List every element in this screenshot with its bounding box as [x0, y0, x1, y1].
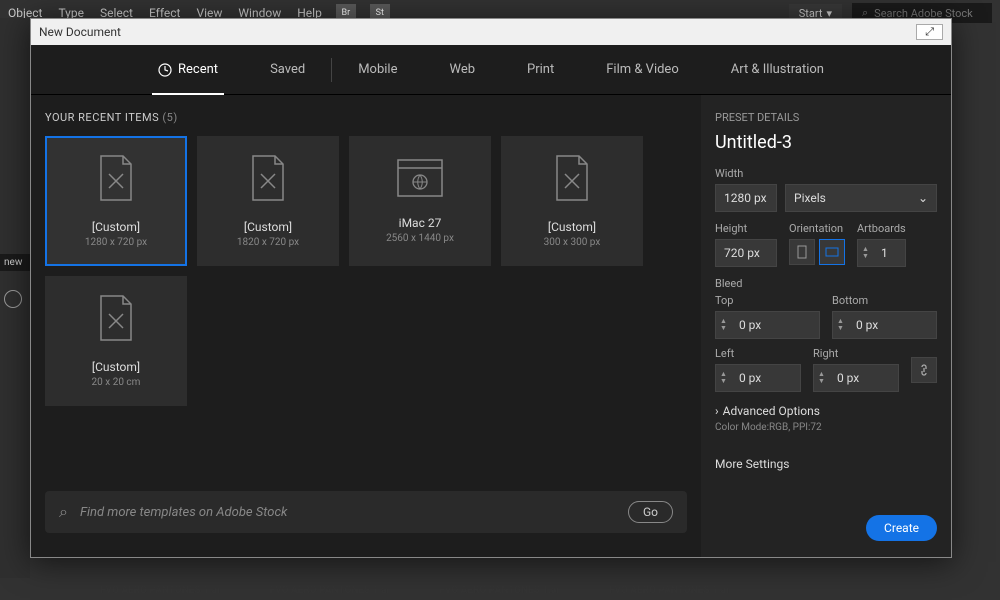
- preset-label: [Custom]: [92, 220, 140, 234]
- tab-recent[interactable]: Recent: [132, 45, 244, 95]
- more-settings[interactable]: More Settings: [715, 457, 937, 471]
- bleed-right-label: Right: [813, 347, 899, 360]
- width-label: Width: [715, 167, 937, 180]
- new-document-dialog: New Document ⤢ Recent Saved Mobile Web P…: [30, 18, 952, 558]
- width-input[interactable]: 1280 px: [715, 184, 777, 212]
- bleed-link-toggle[interactable]: [911, 357, 937, 383]
- document-custom-icon: [95, 294, 137, 342]
- preset-dims: 1820 x 720 px: [237, 237, 299, 248]
- template-search-placeholder[interactable]: Find more templates on Adobe Stock: [80, 505, 616, 520]
- recent-items-grid: [Custom] 1280 x 720 px [Custom] 1820 x 7…: [45, 136, 687, 406]
- preset-details-header: PRESET DETAILS: [715, 111, 937, 124]
- left-tab-new[interactable]: new: [0, 254, 30, 271]
- bleed-right-input[interactable]: ▲▼0 px: [813, 364, 899, 392]
- document-custom-icon: [95, 154, 137, 202]
- orientation-landscape[interactable]: [819, 239, 845, 265]
- bleed-bottom-label: Bottom: [832, 294, 937, 307]
- artboards-label: Artboards: [857, 222, 906, 235]
- tab-film-video[interactable]: Film & Video: [580, 45, 705, 95]
- document-web-icon: [396, 158, 444, 198]
- preset-dims: 2560 x 1440 px: [386, 233, 454, 244]
- dialog-titlebar: New Document ⤢: [31, 19, 951, 45]
- clock-icon: [158, 63, 172, 77]
- search-icon: ⌕: [59, 502, 68, 522]
- preset-tabs: Recent Saved Mobile Web Print Film & Vid…: [31, 45, 951, 95]
- go-button[interactable]: Go: [628, 501, 673, 523]
- tab-mobile[interactable]: Mobile: [332, 45, 423, 95]
- tool-circle-icon[interactable]: [4, 290, 22, 308]
- tab-print[interactable]: Print: [501, 45, 580, 95]
- bleed-left-input[interactable]: ▲▼0 px: [715, 364, 801, 392]
- bleed-top-input[interactable]: ▲▼0 px: [715, 311, 820, 339]
- bleed-top-label: Top: [715, 294, 820, 307]
- height-label: Height: [715, 222, 777, 235]
- preset-label: iMac 27: [399, 216, 442, 230]
- tab-art-illustration[interactable]: Art & Illustration: [705, 45, 850, 95]
- artboards-stepper[interactable]: ▲▼ 1: [857, 239, 906, 267]
- create-button[interactable]: Create: [866, 515, 937, 541]
- recent-file[interactable]: FVO AERO PANTONES 1.ai: [439, 585, 559, 596]
- dialog-close-button[interactable]: ⤢: [916, 24, 943, 40]
- portrait-icon: [796, 245, 808, 259]
- unit-select[interactable]: Pixels ⌄: [785, 184, 937, 212]
- tab-saved[interactable]: Saved: [244, 45, 331, 95]
- orientation-portrait[interactable]: [789, 239, 815, 265]
- document-custom-icon: [247, 154, 289, 202]
- recent-file[interactable]: FVO AERO PANTONES 1.ai: [609, 585, 729, 596]
- preset-card[interactable]: [Custom] 1280 x 720 px: [45, 136, 187, 266]
- link-icon: [918, 364, 930, 376]
- dialog-title: New Document: [39, 25, 121, 39]
- preset-card[interactable]: [Custom] 300 x 300 px: [501, 136, 643, 266]
- preset-card[interactable]: [Custom] 20 x 20 cm: [45, 276, 187, 406]
- advanced-options-toggle[interactable]: › Advanced Options: [715, 404, 937, 418]
- landscape-icon: [825, 246, 839, 258]
- preset-dims: 1280 x 720 px: [85, 237, 147, 248]
- document-custom-icon: [551, 154, 593, 202]
- template-search-row: ⌕ Find more templates on Adobe Stock Go: [45, 491, 687, 533]
- document-name[interactable]: Untitled-3: [715, 132, 937, 153]
- preset-label: [Custom]: [548, 220, 596, 234]
- chevron-down-icon: ⌄: [918, 191, 928, 205]
- recent-file[interactable]: FVO AERO PANTONES 1.ai: [100, 585, 220, 596]
- preset-label: [Custom]: [244, 220, 292, 234]
- orientation-label: Orientation: [789, 222, 845, 235]
- bleed-label: Bleed: [715, 277, 937, 290]
- preset-details-panel: PRESET DETAILS Untitled-3 Width 1280 px …: [701, 95, 951, 557]
- tab-web[interactable]: Web: [423, 45, 501, 95]
- preset-dims: 300 x 300 px: [544, 237, 601, 248]
- height-input[interactable]: 720 px: [715, 239, 777, 267]
- chevron-right-icon: ›: [715, 404, 719, 418]
- bleed-bottom-input[interactable]: ▲▼0 px: [832, 311, 937, 339]
- color-mode-summary: Color Mode:RGB, PPI:72: [715, 422, 937, 433]
- left-toolbar: new: [0, 18, 30, 578]
- bleed-left-label: Left: [715, 347, 801, 360]
- section-recent-items: YOUR RECENT ITEMS (5): [45, 111, 687, 124]
- preset-dims: 20 x 20 cm: [92, 377, 141, 388]
- preset-card[interactable]: [Custom] 1820 x 720 px: [197, 136, 339, 266]
- background-recent-files: FVO AERO PANTONES 1.ai FVO AERO PANTONES…: [100, 585, 980, 596]
- recent-file[interactable]: FVO AERO PANTONES 1.ai: [270, 585, 390, 596]
- preset-label: [Custom]: [92, 360, 140, 374]
- preset-card[interactable]: iMac 27 2560 x 1440 px: [349, 136, 491, 266]
